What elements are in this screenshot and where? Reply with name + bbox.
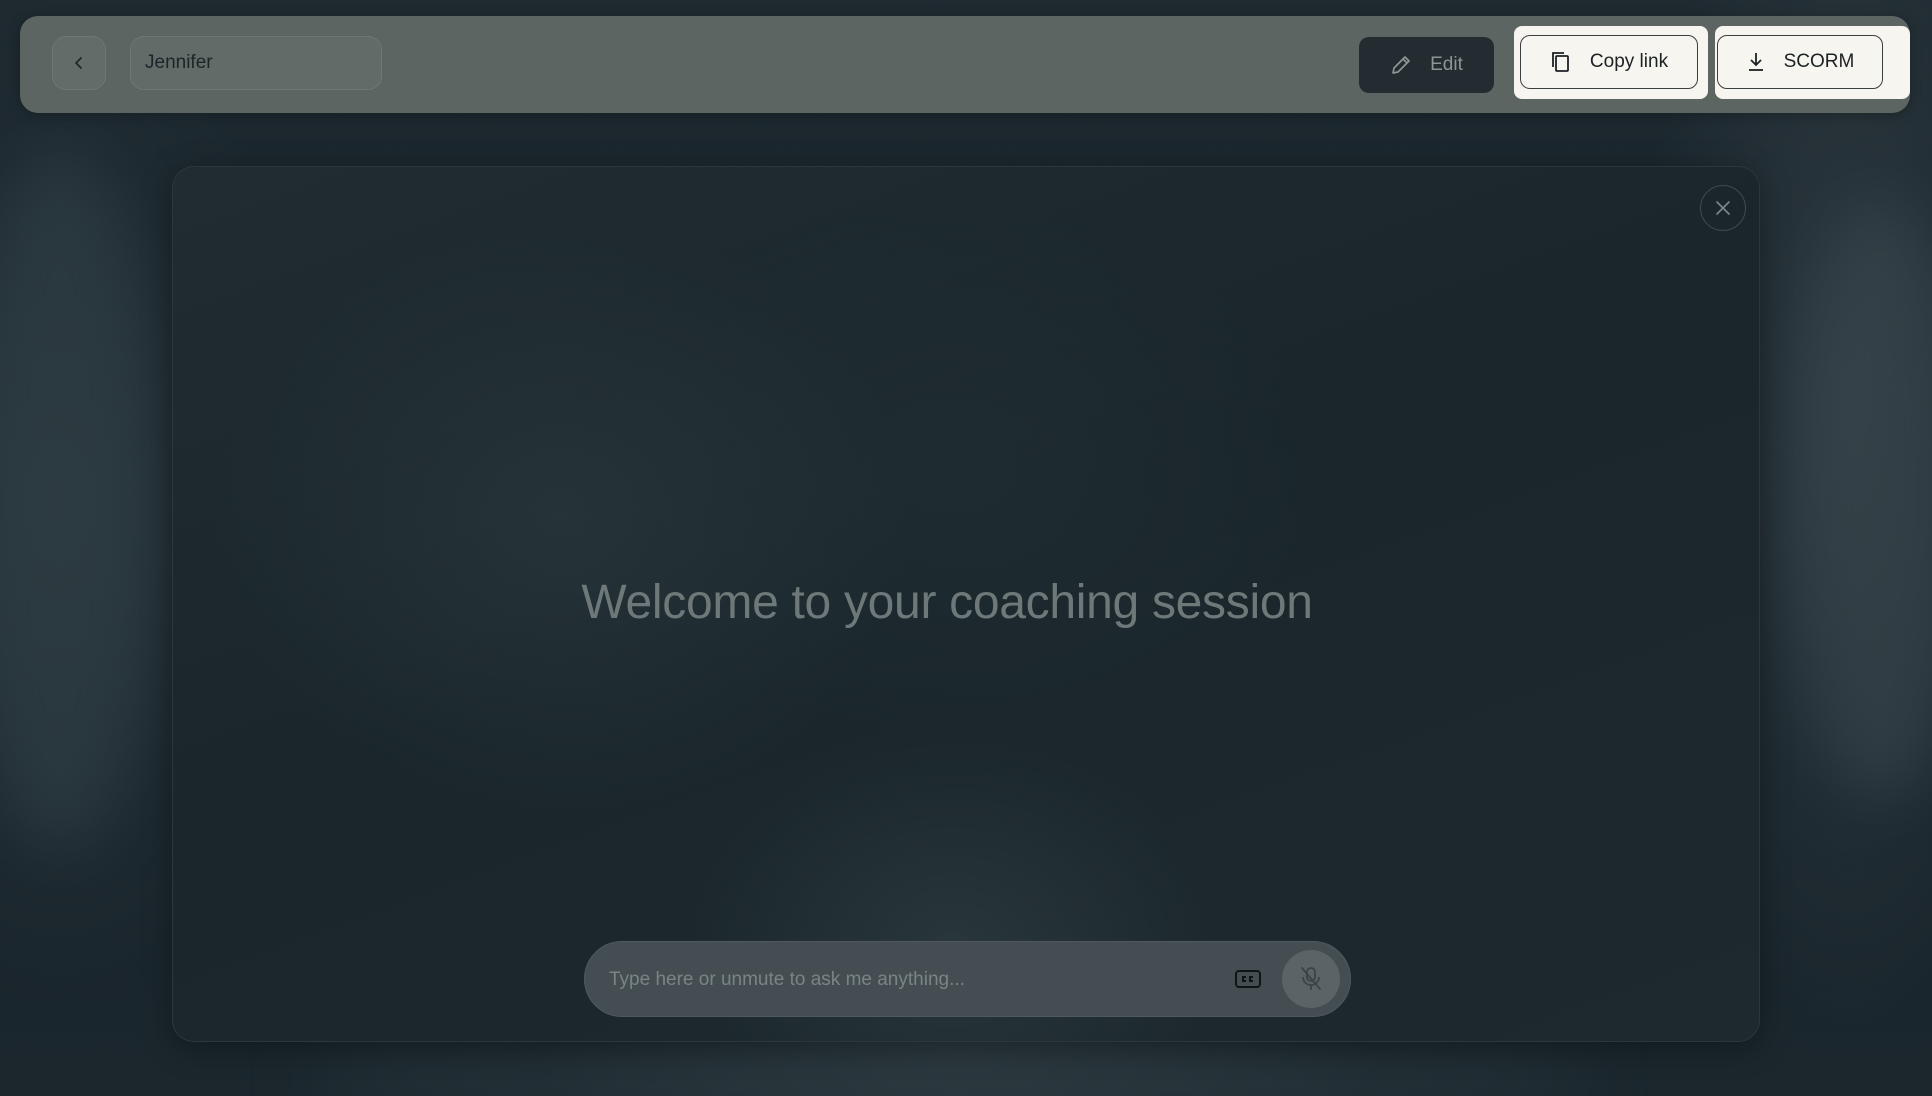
name-field-value: Jennifer (145, 52, 213, 73)
chat-input[interactable] (607, 942, 1171, 1018)
pencil-icon (1392, 56, 1410, 74)
chevron-left-icon (75, 57, 82, 69)
top-bar: Jennifer Edit Copy link SCORM (20, 16, 1910, 113)
name-field[interactable]: Jennifer (130, 36, 382, 90)
mic-toggle-button[interactable] (1282, 950, 1340, 1008)
edit-button[interactable]: Edit (1359, 37, 1494, 93)
scorm-label: SCORM (1783, 51, 1855, 72)
close-icon (1716, 201, 1730, 215)
copy-link-label: Copy link (1589, 51, 1669, 72)
scorm-highlight: SCORM (1715, 26, 1910, 99)
scorm-download-button[interactable]: SCORM (1717, 35, 1883, 89)
copy-icon (1552, 52, 1569, 72)
background-blur-left (0, 150, 160, 850)
background-blur-right (1790, 200, 1932, 800)
closed-captions-button[interactable] (1232, 964, 1264, 994)
edit-button-label: Edit (1430, 54, 1463, 75)
welcome-text: Welcome to your coaching session (581, 576, 1313, 629)
mic-muted-icon (1301, 967, 1321, 990)
chat-bar (584, 941, 1351, 1018)
close-button[interactable] (1700, 185, 1746, 231)
copy-link-button[interactable]: Copy link (1520, 35, 1698, 89)
welcome-heading: Welcome to your coaching session (173, 575, 1759, 630)
background-blur-bottom (300, 1040, 1600, 1096)
closed-captions-icon (1235, 970, 1261, 988)
coaching-session-panel: Welcome to your coaching session (172, 166, 1760, 1042)
download-icon (1748, 53, 1763, 71)
back-button[interactable] (52, 36, 106, 90)
copy-link-highlight: Copy link (1514, 26, 1708, 99)
